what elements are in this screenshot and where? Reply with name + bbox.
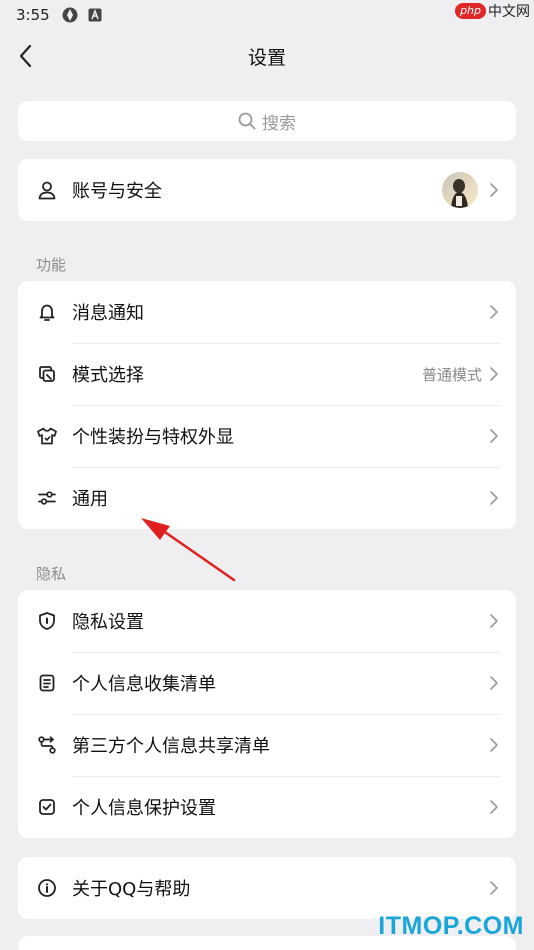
third-party-sharing-label: 第三方个人信息共享清单 [72,736,270,757]
info-protection-label: 个人信息保护设置 [72,798,216,819]
notification-row[interactable]: 消息通知 [18,281,516,343]
mode-select-value: 普通模式 [421,365,482,384]
chevron-right-icon [488,304,500,320]
search-placeholder: 搜索 [262,113,296,134]
mode-select-label: 模式选择 [72,365,144,386]
bell-icon [36,301,58,323]
privacy-card: 隐私设置 个人信息收集清单 第三方个人信息共享清单 个人信息保护设置 [18,590,516,838]
chevron-right-icon [488,799,500,815]
info-collection-row[interactable]: 个人信息收集清单 [18,652,516,714]
chevron-right-icon [488,737,500,753]
status-bar: 3:55 [0,0,534,30]
general-row[interactable]: 通用 [18,467,516,529]
sliders-icon [36,487,58,509]
document-icon [36,672,58,694]
chevron-right-icon [488,366,500,382]
chevron-right-icon [488,880,500,896]
chevron-right-icon [488,428,500,444]
shutter-icon [62,7,78,23]
status-time: 3:55 [16,6,50,24]
back-button[interactable] [12,42,38,70]
account-card: 账号与安全 [18,159,516,221]
third-party-sharing-row[interactable]: 第三方个人信息共享清单 [18,714,516,776]
about-label: 关于QQ与帮助 [72,879,191,900]
privacy-settings-row[interactable]: 隐私设置 [18,590,516,652]
section-title-privacy: 隐私 [36,565,67,583]
general-label: 通用 [72,489,108,510]
nav-bar: 设置 [0,30,534,82]
info-collection-label: 个人信息收集清单 [72,674,216,695]
app-notification-icon [88,8,102,22]
chevron-right-icon [488,182,500,198]
search-input[interactable]: 搜索 [18,101,516,141]
features-card: 消息通知 模式选择 普通模式 个性装扮与特权外显 通用 [18,281,516,529]
watermark-cn: 中文网 [488,4,530,20]
watermark-php: php [455,3,486,19]
section-title-features: 功能 [36,256,67,274]
info-protection-row[interactable]: 个人信息保护设置 [18,776,516,838]
account-security-row[interactable]: 账号与安全 [18,159,516,221]
user-icon [36,179,58,201]
chevron-left-icon [19,44,32,68]
shield-icon [36,610,58,632]
chevron-right-icon [488,675,500,691]
watermark-top: php 中文网 [455,0,530,22]
avatar [442,172,478,208]
search-icon [238,112,256,130]
about-card: 关于QQ与帮助 [18,857,516,919]
chevron-right-icon [488,613,500,629]
personalization-label: 个性装扮与特权外显 [72,427,234,448]
personalization-row[interactable]: 个性装扮与特权外显 [18,405,516,467]
shirt-icon [36,425,58,447]
about-row[interactable]: 关于QQ与帮助 [18,857,516,919]
page-title: 设置 [247,46,286,69]
privacy-settings-label: 隐私设置 [72,612,144,633]
checkbox-icon [36,796,58,818]
mode-select-row[interactable]: 模式选择 普通模式 [18,343,516,405]
share-icon [36,734,58,756]
chevron-right-icon [488,490,500,506]
mode-icon [36,363,58,385]
notification-label: 消息通知 [72,303,144,324]
watermark-bottom: ITMOP.COM [378,912,524,940]
account-security-label: 账号与安全 [72,181,162,202]
info-icon [36,877,58,899]
